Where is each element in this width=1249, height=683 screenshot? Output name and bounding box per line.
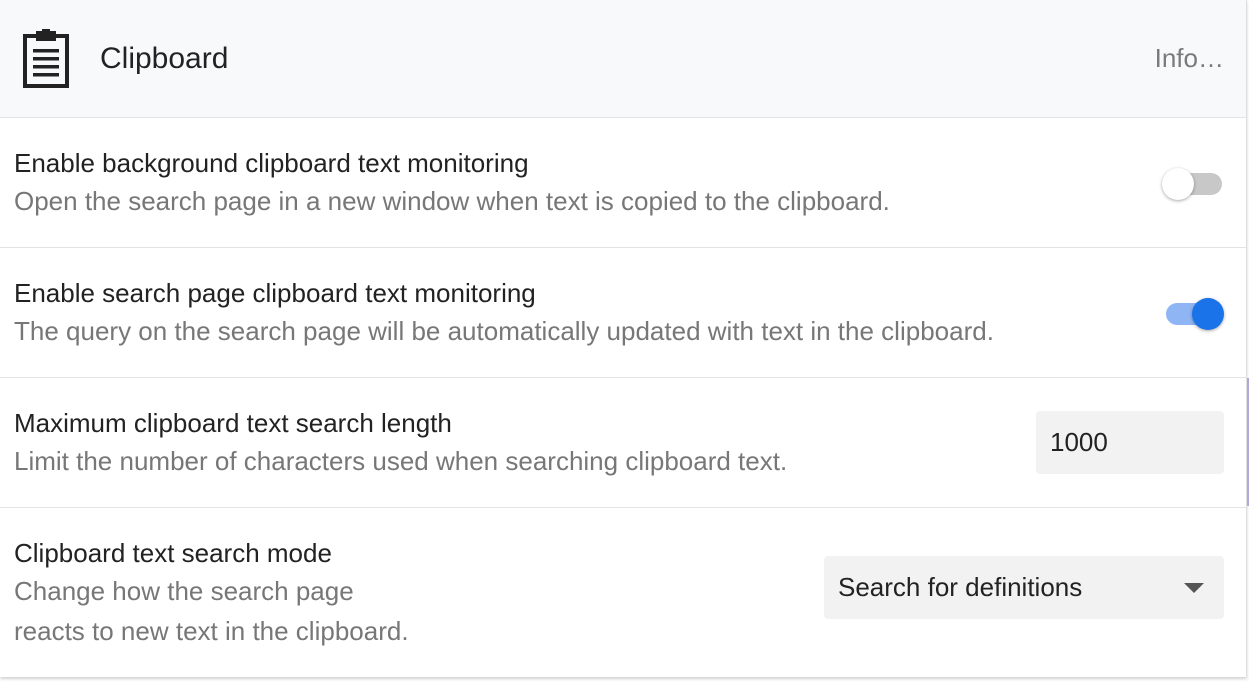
setting-search-page-monitoring: Enable search page clipboard text monito…	[0, 248, 1246, 378]
setting-label: Enable search page clipboard text monito…	[14, 277, 536, 308]
clipboard-settings-panel: Clipboard Info… Enable background clipbo…	[0, 0, 1249, 677]
setting-label: Clipboard text search mode	[14, 537, 332, 568]
chevron-down-icon	[1184, 582, 1204, 593]
clipboard-icon	[23, 28, 69, 88]
section-header: Clipboard Info…	[0, 0, 1246, 118]
setting-label: Enable background clipboard text monitor…	[14, 147, 529, 178]
search-page-monitoring-toggle[interactable]	[1162, 293, 1224, 333]
setting-search-mode: Clipboard text search mode Change how th…	[0, 508, 1246, 677]
section-title: Clipboard	[100, 41, 229, 75]
setting-description: Open the search page in a new window whe…	[14, 185, 890, 216]
toggle-knob	[1192, 297, 1224, 330]
background-monitoring-toggle[interactable]	[1162, 163, 1224, 203]
setting-description: Change how the search page reacts to new…	[14, 575, 409, 646]
toggle-knob	[1162, 167, 1194, 200]
setting-label: Maximum clipboard text search length	[14, 407, 452, 438]
setting-background-monitoring: Enable background clipboard text monitor…	[0, 118, 1246, 248]
setting-description: Limit the number of characters used when…	[14, 445, 788, 476]
search-mode-select[interactable]: Search for definitions	[824, 556, 1224, 619]
setting-max-search-length: Maximum clipboard text search length Lim…	[0, 378, 1249, 508]
info-link[interactable]: Info…	[1155, 43, 1224, 74]
max-length-input[interactable]	[1036, 411, 1224, 474]
select-value: Search for definitions	[838, 572, 1083, 602]
setting-description: The query on the search page will be aut…	[14, 315, 994, 346]
